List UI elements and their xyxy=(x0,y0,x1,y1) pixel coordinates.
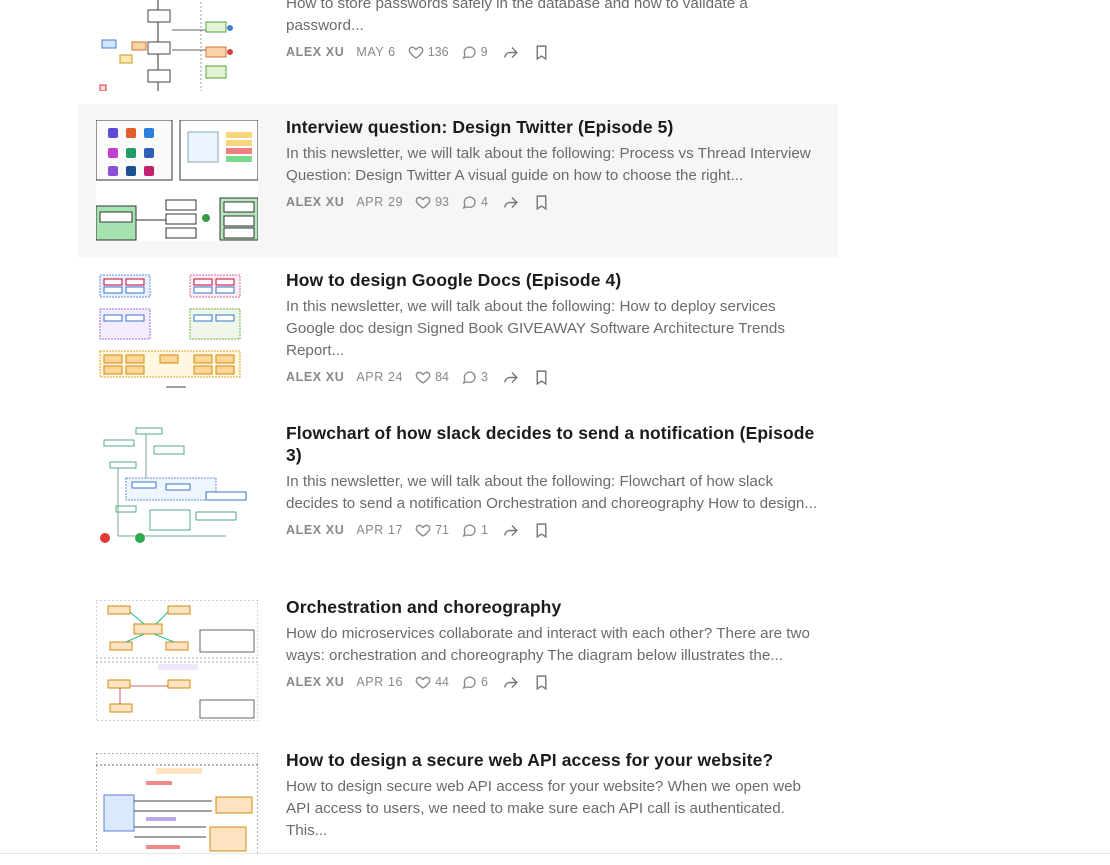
comment-button[interactable]: 9 xyxy=(461,44,488,60)
comment-bubble-icon xyxy=(462,46,476,60)
heart-icon xyxy=(415,196,431,209)
post-title[interactable]: Interview question: Design Twitter (Epis… xyxy=(286,116,820,138)
post-title[interactable]: Orchestration and choreography xyxy=(286,596,820,618)
post-date: APR 16 xyxy=(356,675,404,689)
post-description: In this newsletter, we will talk about t… xyxy=(286,298,785,359)
share-button[interactable] xyxy=(502,674,519,691)
post-author[interactable]: ALEX XU xyxy=(286,370,344,384)
post-title[interactable]: Flowchart of how slack decides to send a… xyxy=(286,422,820,466)
post-description: In this newsletter, we will talk about t… xyxy=(286,473,818,512)
post-meta: ALEX XU MAY 6 136 9 xyxy=(286,41,820,63)
share-button[interactable] xyxy=(502,522,519,539)
like-count: 93 xyxy=(435,195,449,209)
post-meta: ALEX XU APR 17 71 1 xyxy=(286,519,820,541)
post-author[interactable]: ALEX XU xyxy=(286,45,344,59)
comment-count: 3 xyxy=(480,370,488,384)
post-author[interactable]: ALEX XU xyxy=(286,675,344,689)
like-button[interactable]: 71 xyxy=(415,522,449,538)
post-author[interactable]: ALEX XU xyxy=(286,523,344,537)
bookmark-button[interactable] xyxy=(533,194,550,211)
comment-count: 1 xyxy=(480,523,488,537)
post-date: MAY 6 xyxy=(356,45,396,59)
like-count: 71 xyxy=(435,523,449,537)
comment-button[interactable]: 1 xyxy=(461,522,488,538)
like-count: 44 xyxy=(435,675,449,689)
bookmark-icon xyxy=(536,194,547,210)
post-title[interactable]: How to design a secure web API access fo… xyxy=(286,749,820,771)
bookmark-icon xyxy=(536,674,547,690)
share-arrow-icon xyxy=(503,46,518,58)
bookmark-button[interactable] xyxy=(533,522,550,539)
post-item[interactable]: Interview question: Design Twitter (Epis… xyxy=(78,104,838,257)
comment-count: 9 xyxy=(480,45,488,59)
post-item[interactable]: Orchestration and choreography How do mi… xyxy=(78,584,838,737)
post-meta: ALEX XU APR 24 84 3 xyxy=(286,366,820,388)
post-description: How to design secure web API access for … xyxy=(286,778,801,839)
bookmark-icon xyxy=(536,369,547,385)
post-date: APR 24 xyxy=(356,370,404,384)
like-button[interactable]: 93 xyxy=(415,194,449,210)
comment-bubble-icon xyxy=(462,676,476,690)
like-button[interactable]: 136 xyxy=(408,44,449,60)
post-description: In this newsletter, we will talk about t… xyxy=(286,0,748,34)
comment-bubble-icon xyxy=(462,524,476,538)
share-arrow-icon xyxy=(504,524,518,536)
like-count: 136 xyxy=(427,45,449,59)
bookmark-icon xyxy=(536,44,547,60)
post-description: In this newsletter, we will talk about t… xyxy=(286,145,811,184)
post-date: APR 17 xyxy=(356,523,404,537)
comment-button[interactable]: 3 xyxy=(461,369,488,385)
like-button[interactable]: 84 xyxy=(415,369,449,385)
bookmark-button[interactable] xyxy=(533,369,550,386)
comment-button[interactable]: 6 xyxy=(461,674,488,690)
comment-count: 4 xyxy=(480,195,488,209)
comment-bubble-icon xyxy=(462,371,476,385)
post-title[interactable]: How to design Google Docs (Episode 4) xyxy=(286,269,820,291)
post-item[interactable]: How to design Google Docs (Episode 4) In… xyxy=(78,257,838,410)
share-button[interactable] xyxy=(502,44,519,61)
bookmark-button[interactable] xyxy=(533,674,550,691)
comment-count: 6 xyxy=(480,675,488,689)
share-arrow-icon xyxy=(504,676,518,688)
heart-icon xyxy=(415,676,431,689)
post-thumbnail[interactable] xyxy=(96,273,258,394)
post-thumbnail[interactable] xyxy=(96,120,258,241)
share-button[interactable] xyxy=(502,369,519,386)
post-item[interactable]: In this newsletter, we will talk about t… xyxy=(78,0,838,104)
bookmark-button[interactable] xyxy=(533,44,550,61)
comment-bubble-icon xyxy=(462,196,476,210)
post-description: How do microservices collaborate and int… xyxy=(286,625,810,664)
heart-icon xyxy=(408,46,424,59)
post-author[interactable]: ALEX XU xyxy=(286,195,344,209)
post-date: APR 29 xyxy=(356,195,404,209)
share-arrow-icon xyxy=(504,196,518,208)
share-arrow-icon xyxy=(504,371,518,383)
post-meta: ALEX XU APR 29 93 4 xyxy=(286,191,820,213)
bookmark-icon xyxy=(536,522,547,538)
post-item[interactable]: How to design a secure web API access fo… xyxy=(78,737,838,853)
like-count: 84 xyxy=(435,370,449,384)
post-item[interactable]: Flowchart of how slack decides to send a… xyxy=(78,410,838,585)
divider xyxy=(0,853,1110,854)
post-thumbnail[interactable] xyxy=(96,0,258,91)
comment-button[interactable]: 4 xyxy=(461,194,488,210)
post-meta: ALEX XU APR 16 44 6 xyxy=(286,671,820,693)
heart-icon xyxy=(415,524,431,537)
heart-icon xyxy=(415,371,431,384)
post-thumbnail[interactable] xyxy=(96,426,258,547)
post-thumbnail[interactable] xyxy=(96,600,258,721)
share-button[interactable] xyxy=(502,194,519,211)
post-thumbnail[interactable] xyxy=(96,753,258,853)
like-button[interactable]: 44 xyxy=(415,674,449,690)
